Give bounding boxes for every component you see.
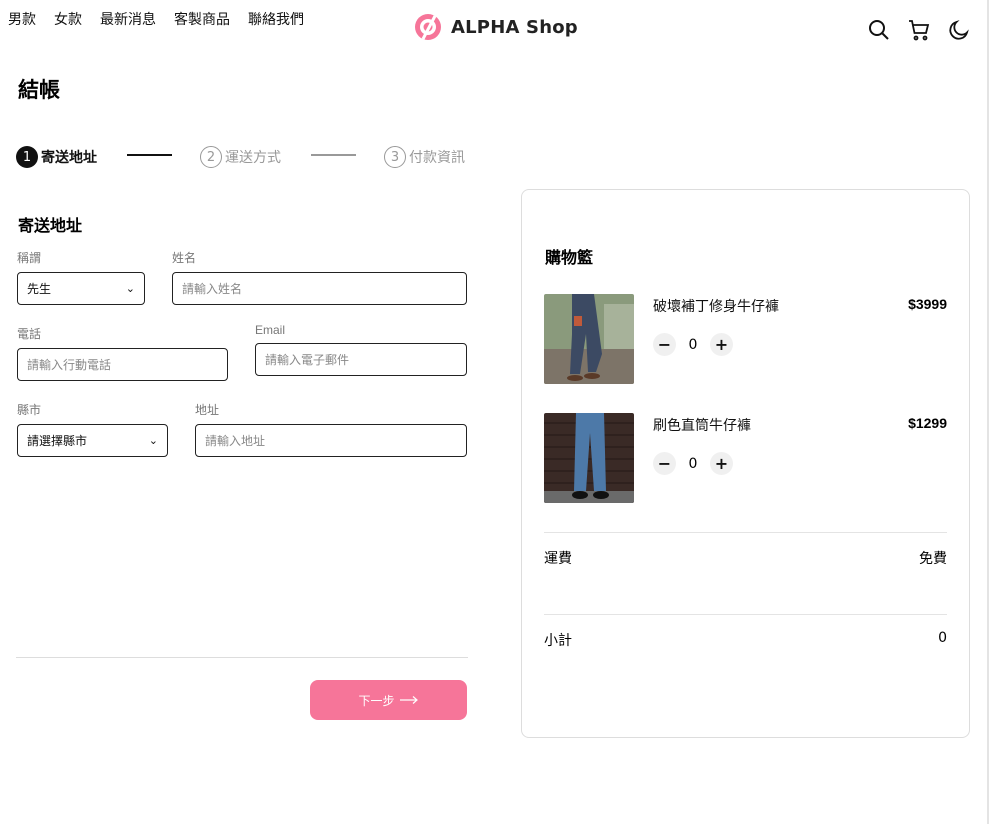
nav-item-contact[interactable]: 聯絡我們	[248, 9, 304, 29]
address-label: 地址	[195, 403, 220, 417]
product-image	[544, 294, 634, 384]
cart-item: 破壞補丁修身牛仔褲 $3999 − 0 +	[544, 294, 947, 384]
checkout-stepper: 1 寄送地址 2 運送方式 3 付款資訊	[16, 144, 468, 170]
cart-divider	[544, 614, 947, 615]
subtotal-value: 0	[938, 630, 947, 646]
subtotal-label: 小計	[544, 633, 572, 649]
chevron-down-icon: ⌄	[125, 282, 135, 295]
form-section-title: 寄送地址	[18, 216, 83, 235]
address-input[interactable]: 請輸入地址	[195, 424, 467, 457]
brand-name: ALPHA Shop	[451, 16, 578, 38]
step-label: 付款資訊	[409, 150, 465, 166]
quantity-stepper: − 0 +	[653, 333, 733, 356]
email-label: Email	[255, 323, 286, 337]
cart-title: 購物籃	[545, 248, 594, 267]
step-shipping-method[interactable]: 2 運送方式	[200, 146, 281, 168]
logo-icon	[415, 14, 441, 40]
name-label: 姓名	[172, 251, 197, 265]
chevron-down-icon: ⌄	[148, 434, 158, 447]
cart-divider	[544, 532, 947, 533]
product-price: $3999	[908, 296, 947, 312]
form-divider	[16, 657, 468, 658]
cart-item: 刷色直筒牛仔褲 $1299 − 0 +	[544, 413, 947, 503]
step-number: 1	[16, 146, 38, 168]
next-step-button[interactable]: 下一步	[310, 680, 467, 720]
name-input[interactable]: 請輸入姓名	[172, 272, 467, 305]
cart-panel: 購物籃 破壞補丁修身牛仔褲 $3999 − 0 + 刷色直筒牛仔褲 $1299 …	[521, 189, 970, 738]
minus-icon[interactable]: −	[653, 333, 676, 356]
shipping-value: 免費	[919, 551, 947, 567]
next-step-label: 下一步	[358, 693, 395, 708]
quantity-stepper: − 0 +	[653, 452, 733, 475]
quantity-value: 0	[688, 336, 698, 353]
step-payment[interactable]: 3 付款資訊	[384, 146, 465, 168]
city-label: 縣市	[17, 403, 42, 417]
salutation-select[interactable]: 先生 ⌄	[17, 272, 145, 305]
nav-item-mens[interactable]: 男款	[8, 9, 36, 29]
cart-icon[interactable]	[907, 18, 931, 42]
salutation-label: 稱謂	[17, 251, 42, 265]
plus-icon[interactable]: +	[710, 333, 733, 356]
step-connector	[127, 154, 172, 156]
salutation-value: 先生	[27, 282, 52, 296]
shipping-row: 運費 免費	[544, 548, 947, 568]
step-label: 寄送地址	[41, 150, 97, 166]
product-name: 刷色直筒牛仔褲	[653, 418, 751, 434]
plus-icon[interactable]: +	[710, 452, 733, 475]
product-price: $1299	[908, 415, 947, 431]
product-name: 破壞補丁修身牛仔褲	[653, 299, 779, 315]
search-icon[interactable]	[867, 18, 891, 42]
address-field: 地址 請輸入地址	[195, 401, 467, 457]
phone-input[interactable]: 請輸入行動電話	[17, 348, 228, 381]
email-input[interactable]: 請輸入電子郵件	[255, 343, 467, 376]
city-field: 縣市 請選擇縣市 ⌄	[17, 401, 168, 457]
salutation-field: 稱謂 先生 ⌄	[17, 249, 145, 305]
quantity-value: 0	[688, 455, 698, 472]
nav-item-custom[interactable]: 客製商品	[174, 9, 230, 29]
subtotal-row: 小計 0	[544, 630, 947, 650]
phone-label: 電話	[17, 327, 42, 341]
email-field: Email 請輸入電子郵件	[255, 323, 467, 376]
brand-logo[interactable]: ALPHA Shop	[413, 12, 578, 42]
step-connector	[311, 154, 356, 156]
product-image	[544, 413, 634, 503]
step-shipping-address[interactable]: 1 寄送地址	[16, 146, 97, 168]
city-select[interactable]: 請選擇縣市 ⌄	[17, 424, 168, 457]
arrow-right-icon	[399, 696, 418, 704]
step-number: 2	[200, 146, 222, 168]
name-field: 姓名 請輸入姓名	[172, 249, 467, 305]
moon-icon[interactable]	[947, 18, 971, 42]
step-label: 運送方式	[225, 150, 281, 166]
step-number: 3	[384, 146, 406, 168]
top-nav: 男款 女款 最新消息 客製商品 聯絡我們	[8, 9, 304, 29]
shipping-label: 運費	[544, 551, 572, 567]
header-actions	[867, 18, 971, 42]
page-title: 結帳	[18, 78, 60, 102]
nav-item-news[interactable]: 最新消息	[100, 9, 156, 29]
phone-field: 電話 請輸入行動電話	[17, 325, 228, 381]
nav-item-womens[interactable]: 女款	[54, 9, 82, 29]
minus-icon[interactable]: −	[653, 452, 676, 475]
city-value: 請選擇縣市	[27, 434, 88, 448]
